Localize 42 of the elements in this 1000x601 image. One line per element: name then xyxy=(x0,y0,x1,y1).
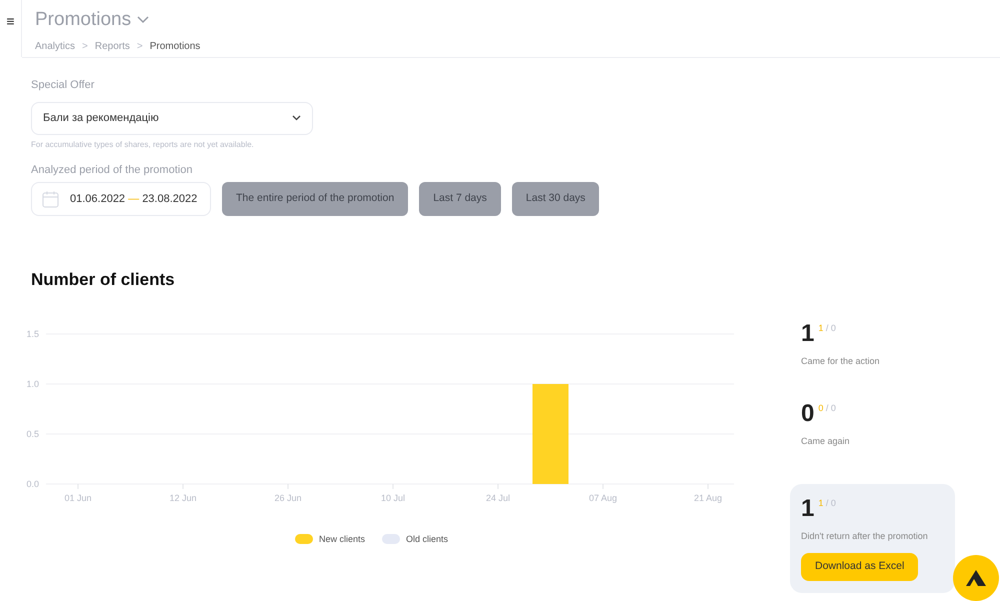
period-preset-button[interactable]: The entire period of the promotion xyxy=(222,182,408,216)
breadcrumb-link[interactable]: Analytics xyxy=(35,38,76,54)
y-tick-label: 1.0 xyxy=(26,378,39,388)
x-tick-label: 24 Jul xyxy=(486,492,510,502)
download-excel-button[interactable]: Download as Excel xyxy=(801,552,918,580)
period-preset-button[interactable]: Last 30 days xyxy=(512,182,600,216)
stat-value: 1 xyxy=(801,322,814,346)
chevron-down-icon[interactable] xyxy=(137,16,150,24)
stat-breakdown: 0 / 0 xyxy=(818,402,836,415)
x-tick-label: 26 Jun xyxy=(274,492,302,502)
y-tick-label: 0.5 xyxy=(26,428,39,438)
stat-value: 0 xyxy=(801,402,814,426)
y-tick-label: 0.0 xyxy=(26,478,39,488)
x-tick-label: 21 Aug xyxy=(694,492,722,502)
menu-icon[interactable]: ≡ xyxy=(6,14,15,28)
x-tick-label: 07 Aug xyxy=(588,492,618,502)
date-range-field[interactable]: 01.06.2022 — 23.08.2022 xyxy=(31,182,211,216)
stat-breakdown: 1 / 0 xyxy=(818,322,836,335)
page-title: Promotions xyxy=(35,8,132,32)
breadcrumb-link[interactable]: Reports xyxy=(94,38,130,54)
chevron-down-icon xyxy=(292,115,301,121)
stat-value: 1 xyxy=(801,497,814,521)
hint-text: For accumulative types of shares, reports are not yet available. xyxy=(31,138,255,150)
legend-label: Old clients xyxy=(406,532,448,546)
stat-label: Came for the action xyxy=(801,355,881,368)
chat-widget-button[interactable] xyxy=(953,555,999,601)
breadcrumb-separator: > xyxy=(82,40,88,54)
y-tick-label: 1.5 xyxy=(26,328,39,338)
field-label: Analyzed period of the promotion xyxy=(31,162,194,178)
calendar-icon xyxy=(42,190,59,208)
breadcrumb-separator: > xyxy=(136,40,143,54)
special-offer-select[interactable]: Бали за рекомендацію xyxy=(31,102,313,134)
field-label: Special Offer xyxy=(31,78,96,93)
x-tick-label: 01 Jun xyxy=(64,492,92,502)
x-tick-label: 12 Jun xyxy=(169,492,197,502)
x-tick-label: 10 Jul xyxy=(380,492,406,502)
section-title: Number of clients xyxy=(31,269,176,291)
period-preset-button[interactable]: Last 7 days xyxy=(419,182,501,216)
stat-label: Didn't return after the promotion xyxy=(801,530,929,543)
logo-icon xyxy=(966,570,986,586)
legend-label: New clients xyxy=(318,532,365,546)
stat-label: Came again xyxy=(801,435,851,448)
